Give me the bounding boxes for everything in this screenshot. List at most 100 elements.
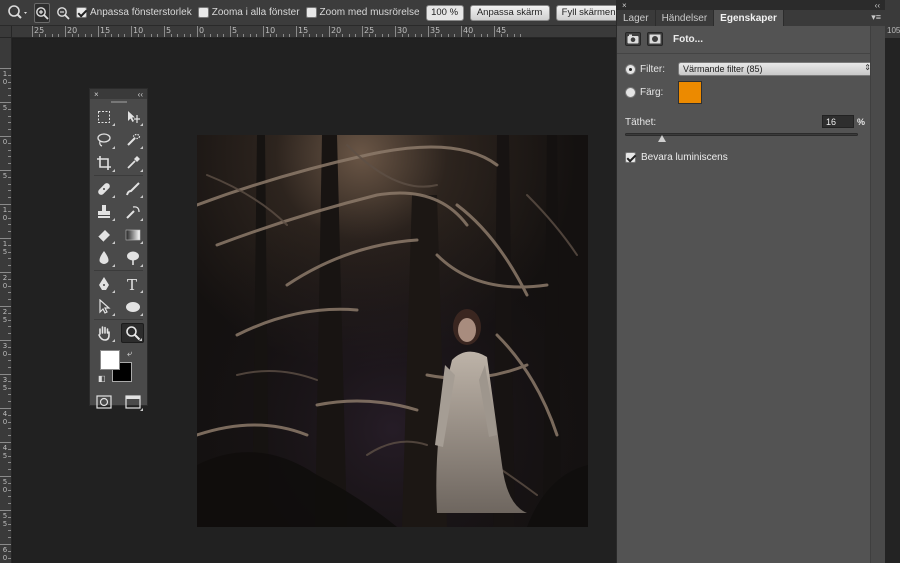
ruler-left-minor-tick [8, 550, 11, 552]
ruler-top-minor-tick [177, 34, 179, 37]
ruler-left-tick [0, 272, 11, 273]
resize-windows-label: Anpassa fönsterstorlek [90, 7, 192, 18]
ruler-top-minor-tick [302, 34, 304, 37]
fit-screen-button[interactable]: Anpassa skärm [469, 4, 550, 21]
ruler-vertical[interactable]: 1 05051 01 52 02 53 03 54 04 55 05 56 0 [0, 38, 12, 563]
panel-title-strip[interactable]: × ‹‹ [617, 0, 885, 10]
tools-collapse-icon[interactable]: ‹‹ [138, 90, 143, 99]
filter-select[interactable]: Värmande filter (85) ⇕ [678, 62, 875, 76]
ruler-top-minor-tick [507, 34, 509, 37]
filter-radio[interactable] [625, 63, 636, 75]
move-tool-icon[interactable] [121, 107, 144, 127]
ruler-left-tick [0, 476, 11, 477]
foreground-color-swatch[interactable] [100, 350, 120, 370]
zoom-100-button[interactable]: 100 % [425, 4, 464, 21]
eraser-tool-icon[interactable] [93, 225, 116, 245]
fill-screen-button[interactable]: Fyll skärmen [555, 4, 622, 21]
quick-selection-tool-icon[interactable] [121, 130, 144, 150]
ruler-top-minor-tick [137, 34, 139, 37]
zoom-tool-icon[interactable] [121, 322, 145, 343]
ruler-left-minor-tick [8, 149, 11, 151]
preserve-luminosity-checkbox[interactable] [625, 152, 636, 163]
ruler-origin[interactable] [0, 26, 12, 38]
ruler-top-minor-tick [414, 34, 416, 37]
quick-mask-icon[interactable] [93, 392, 116, 412]
ruler-left-minor-tick [8, 557, 11, 559]
svg-text:T: T [127, 276, 137, 292]
ruler-left-minor-tick [8, 95, 11, 97]
tab-history[interactable]: Händelser [656, 10, 715, 26]
ruler-left-tick [0, 544, 11, 545]
resize-windows-checkbox[interactable] [76, 7, 87, 18]
eyedropper-tool-icon[interactable] [121, 153, 144, 173]
scrubby-zoom-checkbox[interactable] [305, 7, 317, 18]
zoom-tool-preset-icon[interactable] [6, 3, 28, 23]
ruler-left-minor-tick [8, 224, 11, 226]
brush-tool-icon[interactable] [121, 179, 144, 199]
density-slider-thumb[interactable] [658, 135, 667, 142]
ruler-top-minor-tick [236, 34, 238, 37]
ruler-top-minor-tick [447, 34, 449, 37]
color-radio[interactable] [625, 87, 636, 98]
adjustment-layer-icon[interactable] [625, 32, 641, 46]
ellipse-tool-icon[interactable] [121, 297, 144, 317]
healing-brush-tool-icon[interactable] [93, 179, 116, 199]
ruler-top-minor-tick [355, 34, 357, 37]
zoom-in-icon[interactable] [34, 2, 50, 23]
ruler-top-minor-tick [335, 34, 337, 37]
marquee-tool-icon[interactable] [93, 107, 116, 127]
zoom-out-icon[interactable] [56, 3, 70, 23]
dodge-tool-icon[interactable] [121, 248, 144, 268]
screen-mode-icon[interactable] [121, 392, 144, 412]
swap-colors-icon[interactable]: ⤶ [127, 348, 132, 359]
filter-select-value: Värmande filter (85) [683, 64, 763, 74]
filter-color-swatch[interactable] [678, 81, 702, 104]
pen-tool-icon[interactable] [93, 274, 116, 294]
ruler-top-minor-tick [441, 34, 443, 37]
ruler-top-tick [131, 26, 132, 37]
tools-close-icon[interactable]: × [94, 90, 99, 99]
tools-panel-header[interactable]: × ‹‹ [90, 89, 147, 99]
ruler-left-minor-tick [8, 142, 11, 144]
zoom-all-windows-checkbox[interactable] [197, 7, 209, 18]
layer-mask-icon[interactable] [647, 32, 663, 46]
tab-layers[interactable]: Lager [617, 10, 656, 26]
preserve-luminosity-option[interactable]: Bevara luminiscens [625, 152, 728, 163]
ruler-left-minor-tick [8, 448, 11, 450]
panel-close-icon[interactable]: × [622, 1, 627, 10]
document-photo[interactable] [197, 135, 588, 527]
gradient-tool-icon[interactable] [121, 225, 144, 245]
ruler-left-label: 1 5 [2, 240, 8, 256]
zoom-all-windows-option[interactable]: Zooma i alla fönster [197, 7, 300, 18]
density-input[interactable]: 16 [822, 115, 854, 128]
path-selection-tool-icon[interactable] [93, 297, 116, 317]
properties-header: Foto... [625, 32, 703, 46]
ruler-left-minor-tick [8, 163, 11, 165]
tab-properties[interactable]: Egenskaper [714, 10, 784, 26]
ruler-left-tick [0, 306, 11, 307]
history-brush-tool-icon[interactable] [121, 202, 144, 222]
hand-tool-icon[interactable] [93, 323, 116, 343]
panel-menu-icon[interactable]: ▾≡ [871, 12, 881, 23]
clone-stamp-tool-icon[interactable] [93, 202, 116, 222]
panel-scrollbar[interactable] [870, 26, 885, 563]
resize-windows-option[interactable]: Anpassa fönsterstorlek [76, 7, 192, 18]
ruler-left-minor-tick [8, 435, 11, 437]
ruler-top-minor-tick [216, 34, 218, 37]
type-tool-icon[interactable]: T [121, 274, 144, 294]
crop-tool-icon[interactable] [93, 153, 116, 173]
ruler-top-minor-tick [309, 34, 311, 37]
ruler-left-minor-tick [8, 244, 11, 246]
ruler-top-minor-tick [256, 34, 258, 37]
tools-panel: × ‹‹ T ⤶ ◧ [89, 88, 148, 411]
scrubby-zoom-option[interactable]: Zoom med musrörelse [305, 7, 420, 18]
panel-collapse-icon[interactable]: ‹‹ [875, 1, 880, 10]
panel-tabs: Lager Händelser Egenskaper ▾≡ [617, 10, 885, 26]
ruler-left-minor-tick [8, 285, 11, 287]
lasso-tool-icon[interactable] [93, 130, 116, 150]
preserve-luminosity-label: Bevara luminiscens [641, 152, 728, 163]
default-colors-icon[interactable]: ◧ [98, 374, 106, 383]
ruler-left-minor-tick [8, 496, 11, 498]
ruler-horizontal[interactable]: 25 20 15 10 5 0 5 10 15 20 25 30 35 40 45 [12, 26, 616, 38]
blur-tool-icon[interactable] [93, 248, 116, 268]
